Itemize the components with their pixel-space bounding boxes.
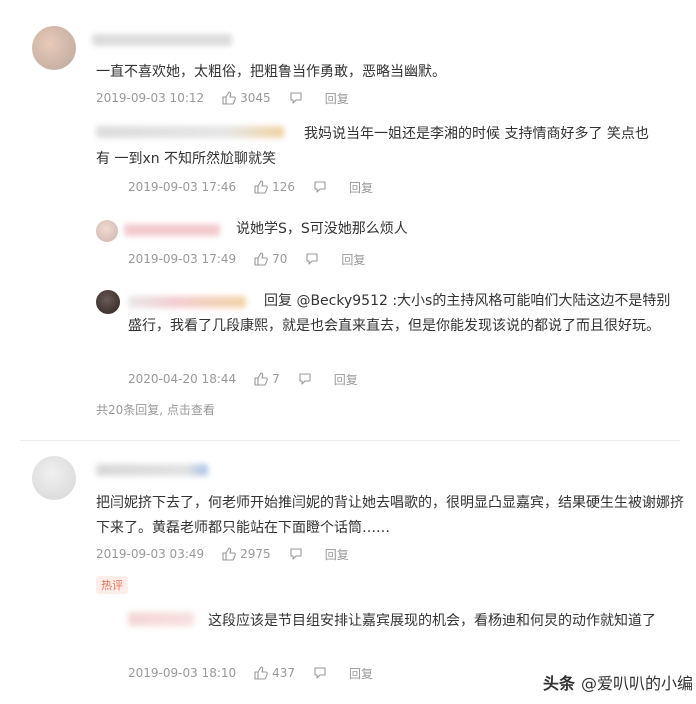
- like-button[interactable]: 2975: [222, 547, 271, 561]
- view-more-replies-link[interactable]: 共20条回复, 点击查看: [96, 401, 215, 418]
- reply-link[interactable]: 回复: [349, 665, 373, 682]
- username-blurred[interactable]: [92, 34, 232, 46]
- reply-time: 2019-09-03 18:10: [128, 666, 237, 680]
- comment-button[interactable]: [313, 666, 331, 680]
- reply-time: 2019-09-03 17:46: [128, 180, 237, 194]
- reply-link[interactable]: 回复: [349, 179, 373, 196]
- like-button[interactable]: 70: [254, 252, 287, 266]
- avatar[interactable]: [96, 220, 118, 242]
- thumbs-up-icon: [254, 180, 268, 194]
- avatar[interactable]: [32, 456, 76, 500]
- comment-icon: [290, 548, 302, 560]
- reply-meta: 2019-09-03 17:46 126 回复: [128, 177, 373, 197]
- reply-meta: 2020-04-20 18:44 7 回复: [128, 369, 358, 389]
- comment-button[interactable]: [289, 91, 307, 105]
- comment-button[interactable]: [313, 180, 331, 194]
- thumbs-up-icon: [254, 252, 268, 266]
- thumbs-up-icon: [254, 372, 268, 386]
- comment-icon: [306, 253, 318, 265]
- reply-link[interactable]: 回复: [341, 251, 365, 268]
- thumbs-up-icon: [254, 666, 268, 680]
- divider: [20, 440, 680, 441]
- like-count: 126: [272, 180, 296, 194]
- reply-text: 回复 @Becky9512 :大小s的主持风格可能咱们大陆这边不是特别盛行，我看…: [128, 293, 671, 334]
- comment-time: 2019-09-03 03:49: [96, 547, 205, 561]
- comment-icon: [299, 373, 311, 385]
- reply-link[interactable]: 回复: [325, 546, 349, 563]
- watermark-brand: 头条: [543, 674, 576, 693]
- comment-icon: [314, 667, 326, 679]
- reply-text: 这段应该是节目组安排让嘉宾展现的机会，看杨迪和何炅的动作就知道了: [208, 613, 656, 629]
- username-blurred[interactable]: [96, 464, 208, 476]
- comment-icon: [290, 92, 302, 104]
- comment-time: 2019-09-03 10:12: [96, 91, 205, 105]
- watermark: 头条 @爱叭叭的小编: [543, 670, 693, 694]
- hot-comment-badge: 热评: [96, 576, 128, 594]
- reply-time: 2019-09-03 17:49: [128, 252, 237, 266]
- comment-icon: [314, 181, 326, 193]
- comment-text: 一直不喜欢她，太粗俗，把粗鲁当作勇敢，恶略当幽默。: [96, 64, 446, 80]
- comment-text: 把闫妮挤下去了，何老师开始推闫妮的背让她去唱歌的，很明显凸显嘉宾，结果硬生生被谢…: [96, 495, 684, 536]
- like-count: 70: [272, 252, 288, 266]
- like-button[interactable]: 437: [254, 666, 295, 680]
- reply-username-blurred[interactable]: [124, 224, 220, 236]
- reply-link[interactable]: 回复: [325, 90, 349, 107]
- comment-button[interactable]: [289, 547, 307, 561]
- reply-link[interactable]: 回复: [334, 371, 358, 388]
- like-button[interactable]: 3045: [222, 91, 271, 105]
- like-count: 7: [272, 372, 280, 386]
- like-button[interactable]: 7: [254, 372, 280, 386]
- reply-text: 我妈说当年一姐还是李湘的时候 支持情商好多了 笑点也有 一到xn 不知所然尬聊就…: [96, 126, 649, 167]
- avatar[interactable]: [96, 290, 120, 314]
- comment-meta: 2019-09-03 03:49 2975 回复: [96, 544, 349, 564]
- comment-button[interactable]: [298, 372, 316, 386]
- reply-meta: 2019-09-03 17:49 70 回复: [128, 249, 365, 269]
- like-count: 2975: [240, 547, 271, 561]
- reply-time: 2020-04-20 18:44: [128, 372, 237, 386]
- reply-meta: 2019-09-03 18:10 437 回复: [128, 663, 373, 683]
- like-button[interactable]: 126: [254, 180, 295, 194]
- thumbs-up-icon: [222, 91, 236, 105]
- comment-meta: 2019-09-03 10:12 3045 回复: [96, 88, 349, 108]
- like-count: 437: [272, 666, 296, 680]
- watermark-handle: @爱叭叭的小编: [581, 674, 694, 693]
- comment-button[interactable]: [305, 252, 323, 266]
- avatar[interactable]: [32, 26, 76, 70]
- reply-text: 说她学S，S可没她那么烦人: [236, 221, 408, 237]
- thumbs-up-icon: [222, 547, 236, 561]
- like-count: 3045: [240, 91, 271, 105]
